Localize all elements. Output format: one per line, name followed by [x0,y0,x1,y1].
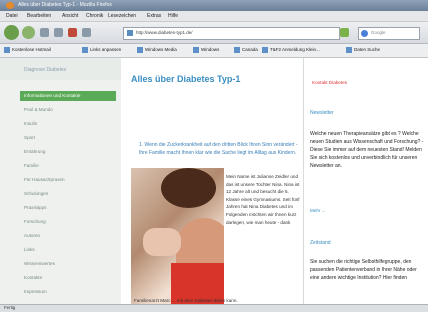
bookmark-icon [4,47,10,53]
go-icon[interactable] [340,28,349,37]
bookmarks-toolbar: Kostenlose Hotmail Links anpassen Window… [0,44,428,58]
bookmark-item[interactable]: Kostenlose Hotmail [4,47,51,53]
sidebar-item[interactable]: Sport [24,133,116,143]
sidebar-item[interactable]: Wissenswertes [24,259,116,269]
sidebar-brand-text: Diagnose Diabetes [24,67,67,73]
sidebar-brand: Diagnose Diabetes [0,58,121,80]
menu-file[interactable]: Datei [6,13,18,19]
menu-edit[interactable]: Bearbeiten [27,13,51,19]
section2-heading: Zeitstand [310,240,331,246]
photo-hair [161,168,216,208]
sidebar-item[interactable]: Ernährung [24,147,116,157]
bookmark-icon [137,47,143,53]
search-placeholder[interactable]: Google [371,30,386,35]
address-bar[interactable]: http://www.diabetes-typ1.de/ [123,27,340,40]
sidebar-item[interactable]: Für Hausarztpraxen [24,175,116,185]
bookmark-label: Kostenlose Hotmail [12,47,51,53]
sidebar-item[interactable]: Insulin [24,119,116,129]
bookmark-item[interactable]: Windows [193,47,219,53]
sidebar-item[interactable]: Kontakte [24,273,116,283]
main-content: Alles über Diabetes Typ-1 1. Wenn die Zu… [121,58,303,304]
bookmark-label: Windows Media [145,47,177,53]
menu-history[interactable]: Chronik [86,13,103,19]
menu-view[interactable]: Ansicht [62,13,78,19]
intro-link[interactable]: 1. Wenn die Zuckerkrankheit auf den drit… [139,141,299,157]
google-icon [361,30,368,37]
search-box[interactable]: Google [358,27,420,40]
section2-text: Sie suchen die richtige Selbsthilfegrupp… [310,259,417,281]
stop-icon[interactable] [68,28,77,37]
newsletter-heading: Newsletter [310,110,334,116]
bookmark-icon [82,47,88,53]
firefox-logo-icon [6,2,14,9]
menu-tools[interactable]: Extras [147,13,161,19]
menu-bookmarks[interactable]: Lesezeichen [108,13,136,19]
bookmark-item[interactable]: Windows Media [137,47,177,53]
window-title: Alles über Diabetes Typ-1 - Mozilla Fire… [18,2,112,8]
bookmark-label: Canada [242,47,258,53]
bookmark-item[interactable]: Canada [234,47,258,53]
bookmark-item[interactable]: Daten Suche [346,47,380,53]
dropdown-icon[interactable] [40,28,49,37]
menu-bar: Datei Bearbeiten Ansicht Chronik Lesezei… [0,11,428,22]
web-page: Diagnose Diabetes Informationen und Kont… [0,58,428,304]
article-caption: Familienarzt Marc ... mit dem Diabetes l… [134,298,238,303]
site-favicon-icon [127,30,133,36]
newsletter-text: Welche neuen Therapieansätze gibt es ? W… [310,131,424,169]
photo-hand [143,228,181,256]
right-column: Kontakt Diabetes Newsletter Welche neuen… [303,58,428,304]
bookmark-label: Windows [201,47,220,53]
bookmark-icon [193,47,199,53]
girl-injection-photo [131,168,224,304]
sidebar-item-informationen[interactable]: Informationen und Kontakte [20,91,116,101]
sidebar-item[interactable]: Impressum [24,287,116,297]
back-arrow-icon[interactable] [4,25,19,40]
status-text: Fertig [4,305,16,310]
sidebar-item[interactable]: Forschung [24,217,116,227]
bookmark-label: T&F2 Anmeldung Klein... [270,47,320,53]
bookmark-label: Daten Suche [354,47,381,53]
home-icon[interactable] [82,28,91,37]
bookmark-item[interactable]: T&F2 Anmeldung Klein... [262,47,320,53]
menu-help[interactable]: Hilfe [168,13,178,19]
newsletter-more-link[interactable]: Mehr ... [310,208,326,213]
bookmark-icon [262,47,268,53]
sidebar-item[interactable]: Links [24,245,116,255]
title-bar: Alles über Diabetes Typ-1 - Mozilla Fire… [0,0,428,11]
sidebar-item[interactable]: Familie [24,161,116,171]
bookmark-label: Links anpassen [90,47,122,53]
address-text[interactable]: http://www.diabetes-typ1.de/ [136,30,193,35]
sidebar-item[interactable]: Praxistipps [24,203,116,213]
sidebar-item[interactable]: Autoren [24,231,116,241]
sidebar-item[interactable]: Schulungen [24,189,116,199]
reload-icon[interactable] [54,28,63,37]
bookmark-icon [346,47,352,53]
bookmark-icon [234,47,240,53]
contact-link[interactable]: Kontakt Diabetes [312,80,347,85]
navigation-toolbar: http://www.diabetes-typ1.de/ Google [0,22,428,44]
sidebar: Diagnose Diabetes Informationen und Kont… [0,58,121,304]
article-text: Mein Name ist Julianne Zeidler und das i… [226,174,300,225]
page-title: Alles über Diabetes Typ-1 [131,74,241,84]
forward-arrow-icon[interactable] [22,26,35,39]
sidebar-item[interactable]: Pool & Mundo [24,105,116,115]
bookmark-item[interactable]: Links anpassen [82,47,121,53]
